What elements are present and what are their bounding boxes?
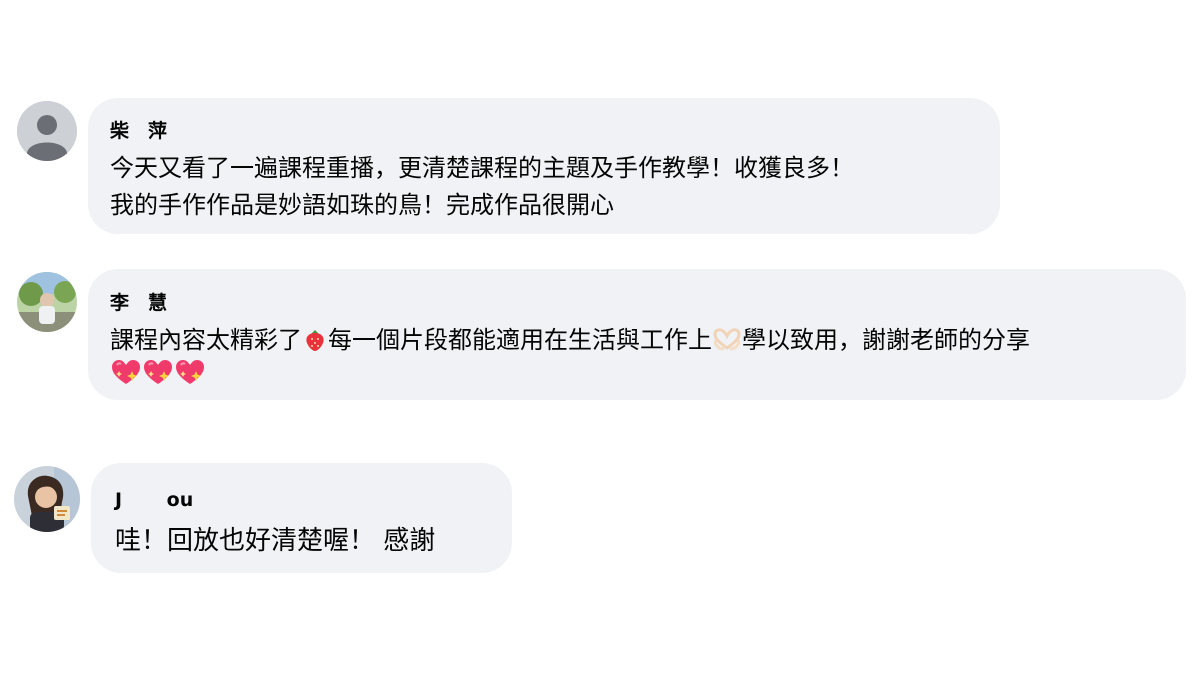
comment-author[interactable]: 柴 萍 — [110, 116, 167, 143]
avatar[interactable] — [14, 466, 80, 532]
sparkling-heart-icon — [110, 357, 142, 393]
comment-author[interactable]: 李 慧 — [110, 288, 167, 315]
comment-text: 學以致用，謝謝老師的分享 — [742, 326, 1030, 354]
comment-text-line: 哇！回放也好清楚喔！ 感謝 — [115, 526, 436, 556]
avatar[interactable] — [17, 101, 77, 161]
comment-text-line: 我的手作作品是妙語如珠的鳥！完成作品很開心 — [110, 191, 614, 219]
strawberry-icon — [302, 326, 328, 358]
avatar[interactable] — [17, 272, 77, 332]
comment-author[interactable]: J ou — [115, 485, 193, 512]
profile-photo-icon — [17, 272, 77, 332]
heart-hands-icon — [712, 326, 742, 358]
sparkling-heart-icon — [174, 357, 206, 393]
profile-photo-icon — [14, 466, 80, 532]
comment-text: 每一個片段都能適用在生活與工作上 — [328, 326, 712, 354]
default-user-icon — [17, 101, 77, 161]
sparkling-heart-icon — [142, 357, 174, 393]
emoji-row — [110, 357, 206, 393]
comment-text-line: 今天又看了一遍課程重播，更清楚課程的主題及手作教學！收獲良多！ — [110, 154, 854, 182]
comment-text-line: 課程內容太精彩了 每一個片段都能適用在生活與工作上 學以致用，謝謝老師的分享 — [110, 320, 1030, 358]
comment-text: 課程內容太精彩了 — [110, 326, 302, 354]
